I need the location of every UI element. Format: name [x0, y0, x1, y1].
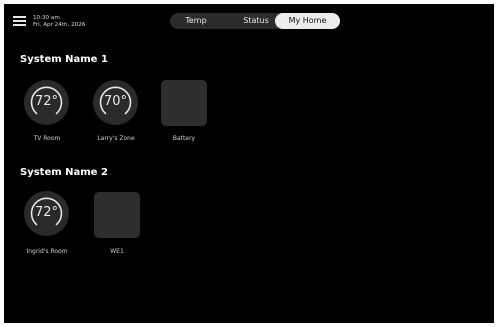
zone-temperature: 72° [34, 94, 59, 109]
zone-tile-tv-room[interactable]: 72° [24, 80, 69, 125]
view-tabs: Temp Status My Home [170, 13, 340, 29]
tab-temp[interactable]: Temp [170, 13, 222, 29]
device-tile-we1[interactable] [94, 192, 140, 238]
home-screen: 10:30 am Fri, Apr 24th, 2026 Temp Status… [4, 4, 494, 323]
date-time: 10:30 am Fri, Apr 24th, 2026 [33, 15, 85, 29]
system-1-title: System Name 1 [20, 54, 108, 65]
zone-label-tv-room: TV Room [33, 135, 61, 142]
zone-temperature: 72° [34, 205, 59, 220]
zone-label-ingrids-room: Ingrid's Room [26, 248, 68, 255]
tab-my-home[interactable]: My Home [275, 13, 340, 29]
date-text: Fri, Apr 24th, 2026 [33, 22, 86, 28]
zone-tile-larrys-zone[interactable]: 70° [93, 80, 138, 125]
system-2-title: System Name 2 [20, 167, 108, 178]
device-label-we1: WE1 [110, 248, 124, 255]
device-label-battery: Battery [172, 135, 196, 142]
zone-temperature: 70° [103, 94, 128, 109]
top-bar: 10:30 am Fri, Apr 24th, 2026 Temp Status… [4, 4, 494, 38]
zone-tile-ingrids-room[interactable]: 72° [24, 191, 69, 236]
time-text: 10:30 am [33, 15, 60, 21]
hamburger-menu-icon[interactable] [13, 16, 26, 26]
device-tile-battery[interactable] [161, 80, 207, 126]
zone-label-larrys-zone: Larry's Zone [97, 135, 135, 142]
